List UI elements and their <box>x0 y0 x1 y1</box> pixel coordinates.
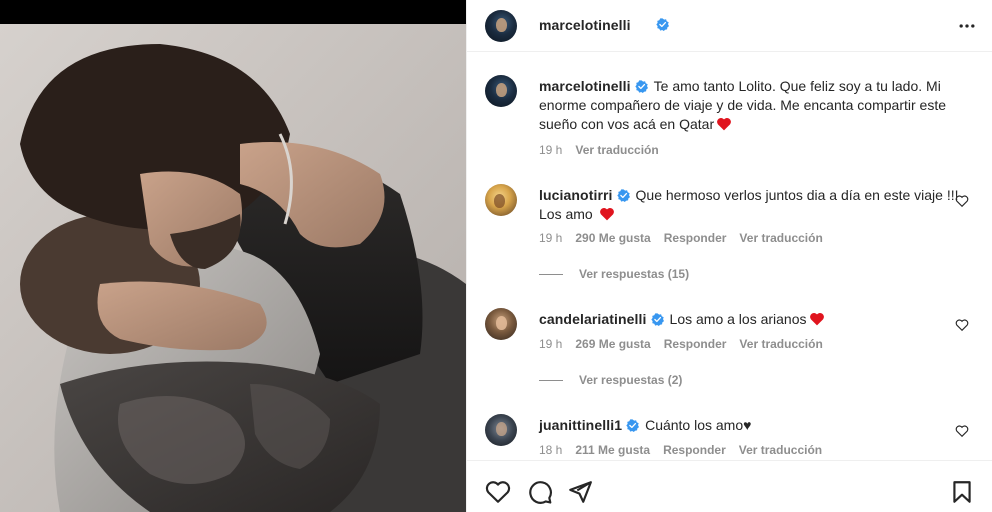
comment-time[interactable]: 18 h <box>539 443 562 457</box>
comment-like-heart-icon[interactable] <box>955 424 969 438</box>
comment-reply-button[interactable]: Responder <box>664 231 727 245</box>
share-button[interactable] <box>567 479 593 505</box>
comment-avatar[interactable] <box>485 414 517 446</box>
red-heart-emoji-icon <box>717 117 732 131</box>
comments-list[interactable]: marcelotinelli Te amo tanto Lolito. Que f… <box>467 52 992 460</box>
comment-like-heart-icon[interactable] <box>955 194 969 208</box>
caption-body: marcelotinelli Te amo tanto Lolito. Que f… <box>539 77 959 134</box>
comment-likes[interactable]: 269 Me gusta <box>575 337 650 351</box>
instagram-post: marcelotinelli marcelotinelli Te amo tant… <box>0 0 992 512</box>
comment-like-heart-icon[interactable] <box>955 318 969 332</box>
comment-button[interactable] <box>527 479 553 505</box>
comment-reply-button[interactable]: Responder <box>664 337 727 351</box>
red-heart-emoji-icon <box>599 207 614 221</box>
comment-text: Cuánto los amo♥ <box>645 417 752 433</box>
comment-translate-button[interactable]: Ver traducción <box>739 231 822 245</box>
verified-badge-icon <box>656 18 669 31</box>
comment-meta: 19 h 290 Me gusta Responder Ver traducci… <box>539 231 823 245</box>
caption: marcelotinelli Te amo tanto Lolito. Que f… <box>485 75 975 165</box>
caption-translate-button[interactable]: Ver traducción <box>575 143 658 157</box>
verified-badge-icon <box>626 419 640 432</box>
comment-body: candelariatinelli Los amo a los arianos <box>539 310 959 329</box>
comment-avatar[interactable] <box>485 184 517 216</box>
heart-icon <box>485 481 511 503</box>
verified-badge-icon <box>650 313 664 326</box>
like-button[interactable] <box>485 479 511 505</box>
comment-time[interactable]: 19 h <box>539 231 562 245</box>
caption-time[interactable]: 19 h <box>539 143 562 157</box>
photo-image <box>0 24 466 512</box>
caption-avatar[interactable] <box>485 75 517 107</box>
comment-username[interactable]: juanittinelli1 <box>539 417 622 433</box>
hug-photo-illustration <box>0 24 466 512</box>
post-side-panel: marcelotinelli marcelotinelli Te amo tant… <box>466 0 992 512</box>
verified-badge-icon <box>634 80 648 93</box>
replies-divider <box>539 379 563 381</box>
red-heart-emoji-icon <box>809 312 824 326</box>
author-username[interactable]: marcelotinelli <box>539 17 631 33</box>
share-icon <box>569 481 592 503</box>
action-bar <box>467 460 992 512</box>
comment-translate-button[interactable]: Ver traducción <box>739 443 822 457</box>
comment-translate-button[interactable]: Ver traducción <box>739 337 822 351</box>
comment-body: lucianotirri Que hermoso verlos juntos di… <box>539 186 959 224</box>
comment: juanittinelli1 Cuánto los amo♥ 18 h 211 M… <box>485 414 975 460</box>
comment-username[interactable]: lucianotirri <box>539 187 613 203</box>
caption-meta: 19 h Ver traducción <box>539 143 659 157</box>
caption-username[interactable]: marcelotinelli <box>539 78 631 94</box>
view-replies-button[interactable]: Ver respuestas (2) <box>539 373 682 387</box>
view-replies-label[interactable]: Ver respuestas (2) <box>579 373 682 387</box>
comment-likes[interactable]: 290 Me gusta <box>575 231 650 245</box>
replies-divider <box>539 273 563 275</box>
verified-badge-icon <box>616 189 630 202</box>
post-header: marcelotinelli <box>467 0 992 52</box>
more-horizontal-icon[interactable] <box>957 16 977 36</box>
save-button[interactable] <box>949 479 975 505</box>
comment-icon <box>529 481 552 504</box>
comment-meta: 18 h 211 Me gusta Responder Ver traducci… <box>539 443 822 457</box>
comment-avatar[interactable] <box>485 308 517 340</box>
comment-body: juanittinelli1 Cuánto los amo♥ <box>539 416 959 435</box>
comment-text: Los amo a los arianos <box>669 311 807 327</box>
comment-time[interactable]: 19 h <box>539 337 562 351</box>
comment-meta: 19 h 269 Me gusta Responder Ver traducci… <box>539 337 823 351</box>
bookmark-icon <box>953 481 971 503</box>
comment-likes[interactable]: 211 Me gusta <box>575 443 650 457</box>
view-replies-button[interactable]: Ver respuestas (15) <box>539 267 689 281</box>
view-replies-label[interactable]: Ver respuestas (15) <box>579 267 689 281</box>
post-photo[interactable] <box>0 0 466 512</box>
comment-username[interactable]: candelariatinelli <box>539 311 647 327</box>
comment-reply-button[interactable]: Responder <box>663 443 726 457</box>
author-avatar[interactable] <box>485 10 517 42</box>
